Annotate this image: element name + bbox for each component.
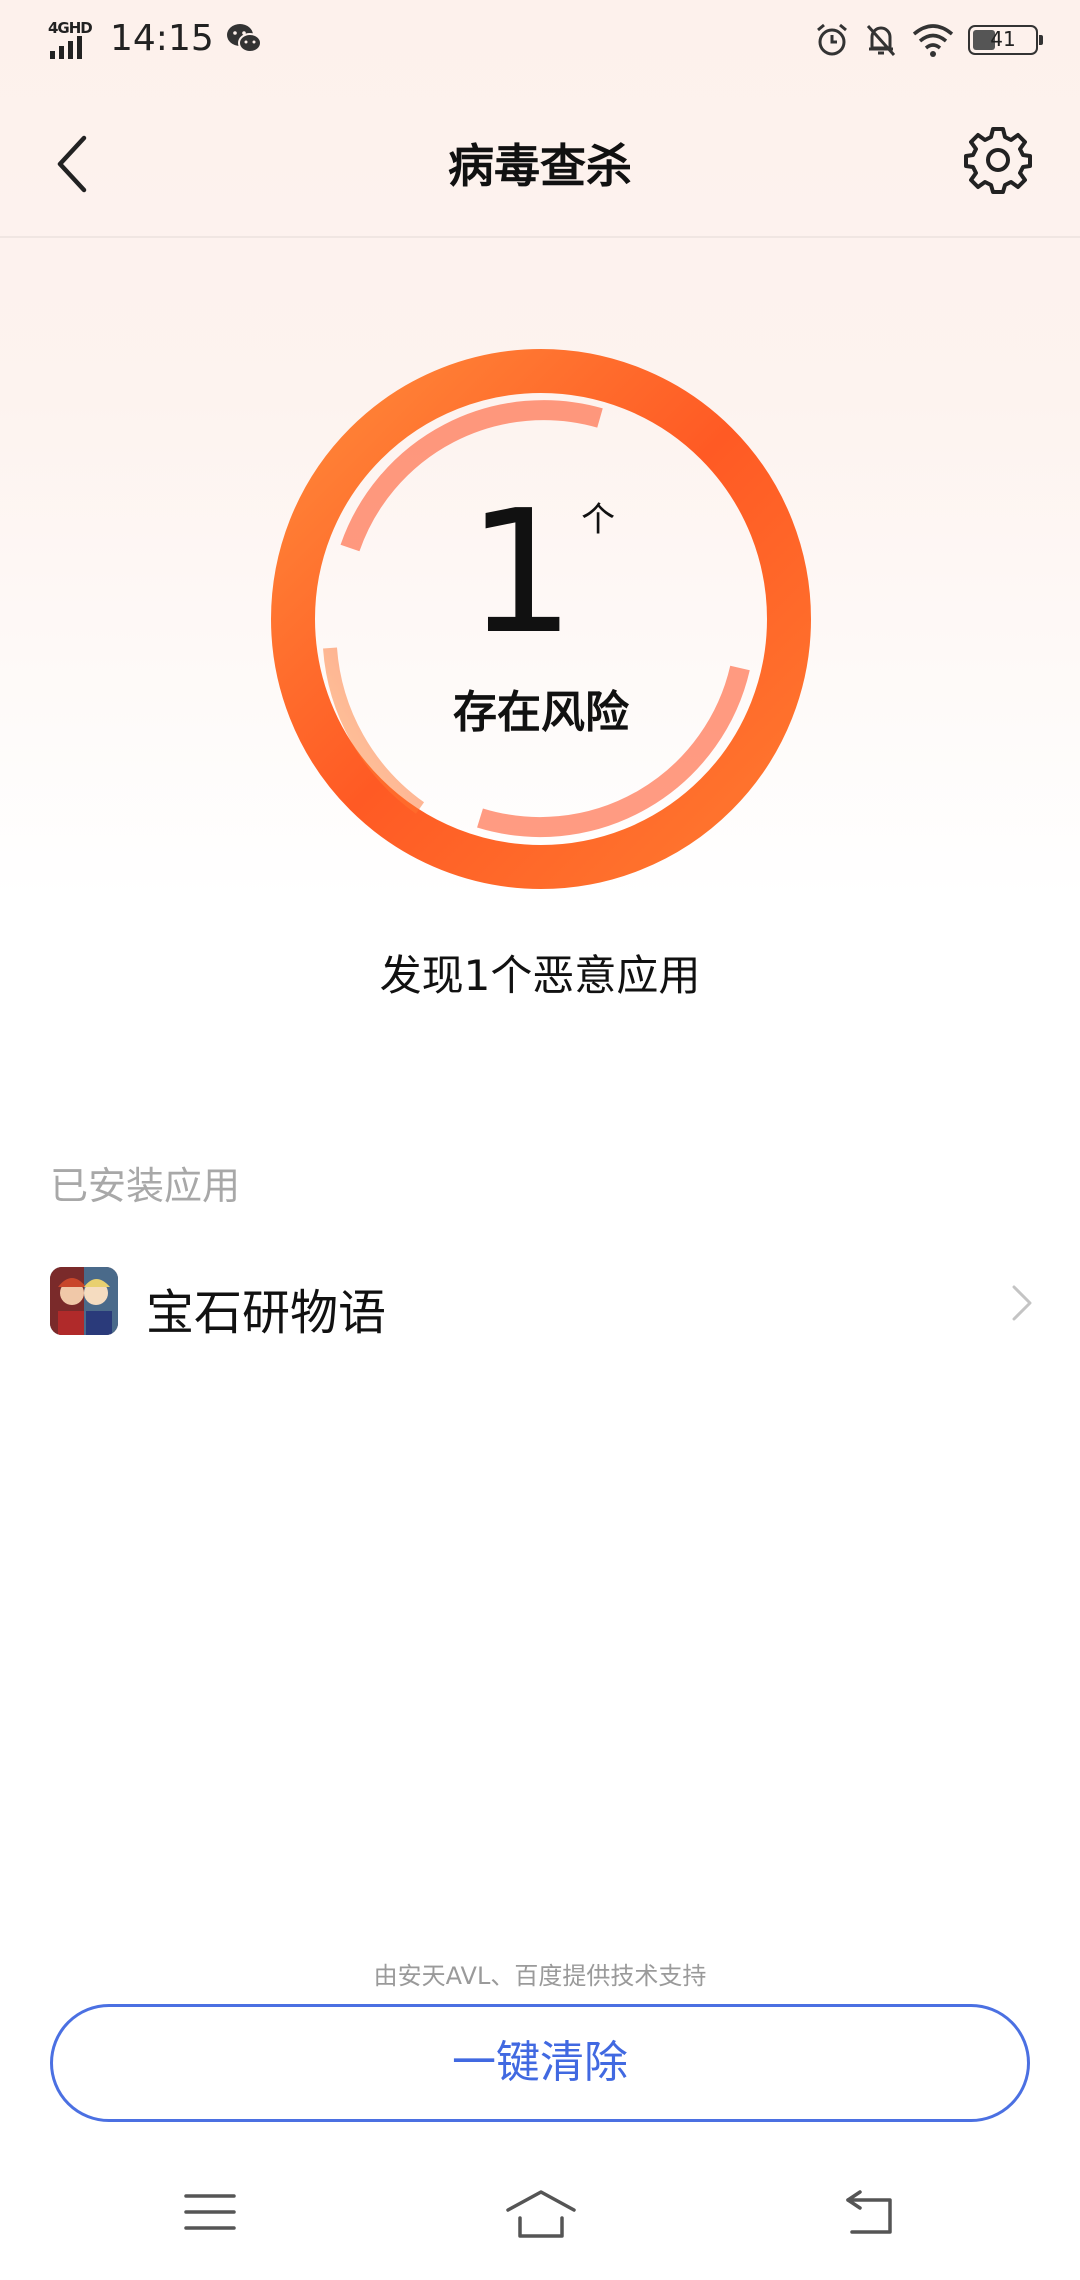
- battery-level: 41: [990, 27, 1016, 51]
- wifi-icon: [912, 24, 954, 57]
- cellular-signal-icon: 4GHD: [48, 19, 100, 59]
- system-nav-bar: [0, 2160, 1080, 2280]
- status-bar: 4GHD 14:15 41: [0, 0, 1080, 86]
- app-icon: [50, 1267, 118, 1335]
- page-title: 病毒查杀: [448, 139, 632, 193]
- home-icon[interactable]: [504, 2188, 578, 2240]
- scan-summary: 发现1个恶意应用: [379, 951, 701, 1000]
- risk-count: 1: [466, 474, 576, 672]
- one-click-clean-button[interactable]: 一键清除: [50, 2004, 1030, 2122]
- network-type: 4GHD: [48, 18, 93, 37]
- clock: 14:15: [110, 18, 214, 59]
- risk-count-unit: 个: [581, 500, 616, 540]
- back-nav-icon[interactable]: [842, 2188, 898, 2236]
- menu-icon[interactable]: [182, 2188, 238, 2236]
- chevron-right-icon: [1012, 1285, 1032, 1321]
- settings-gear-icon[interactable]: [960, 122, 1036, 198]
- notifications-off-icon: [866, 24, 896, 57]
- section-header-installed: 已安装应用: [50, 1164, 241, 1208]
- alarm-icon: [817, 23, 847, 56]
- list-item[interactable]: 宝石研物语: [0, 1253, 1080, 1353]
- wechat-icon: [226, 23, 262, 53]
- risk-status: 存在风险: [453, 687, 629, 738]
- title-bar: 病毒查杀: [0, 86, 1080, 238]
- app-name: 宝石研物语: [146, 1285, 387, 1341]
- battery-icon: 41: [968, 25, 1043, 55]
- powered-by-note: 由安天AVL、百度提供技术支持: [373, 1962, 707, 1990]
- risk-ring: 1个 存在风险: [270, 348, 812, 890]
